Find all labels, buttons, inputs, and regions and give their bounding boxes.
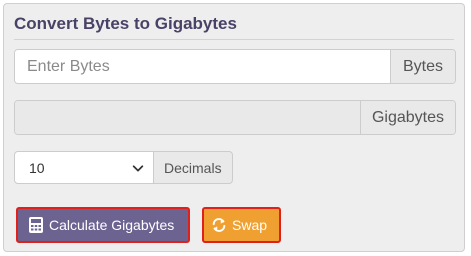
converter-title: Convert Bytes to Gigabytes (14, 14, 237, 33)
calculate-gigabytes-button[interactable]: Calculate Gigabytes (16, 207, 190, 243)
gigabytes-output[interactable] (15, 101, 360, 134)
decimals-selected-value: 10 (29, 159, 45, 176)
swap-button-label: Swap (232, 217, 268, 233)
calculator-icon (29, 217, 43, 233)
decimals-label: Decimals (154, 151, 233, 184)
title-divider (14, 39, 454, 40)
decimals-row: 10 Decimals (14, 151, 233, 184)
decimals-select[interactable]: 10 (14, 151, 154, 184)
calculate-button-label: Calculate Gigabytes (49, 217, 175, 233)
swap-button[interactable]: Swap (202, 207, 281, 243)
gigabytes-output-group: Gigabytes (14, 100, 456, 135)
chevron-down-icon (132, 164, 144, 171)
bytes-input-group: Bytes (14, 49, 456, 84)
swap-icon (212, 218, 226, 232)
gigabytes-unit-label: Gigabytes (360, 101, 455, 134)
bytes-input[interactable] (15, 50, 390, 83)
bytes-unit-label: Bytes (390, 50, 455, 83)
converter-card: Convert Bytes to Gigabytes Bytes Gigabyt… (3, 3, 465, 252)
